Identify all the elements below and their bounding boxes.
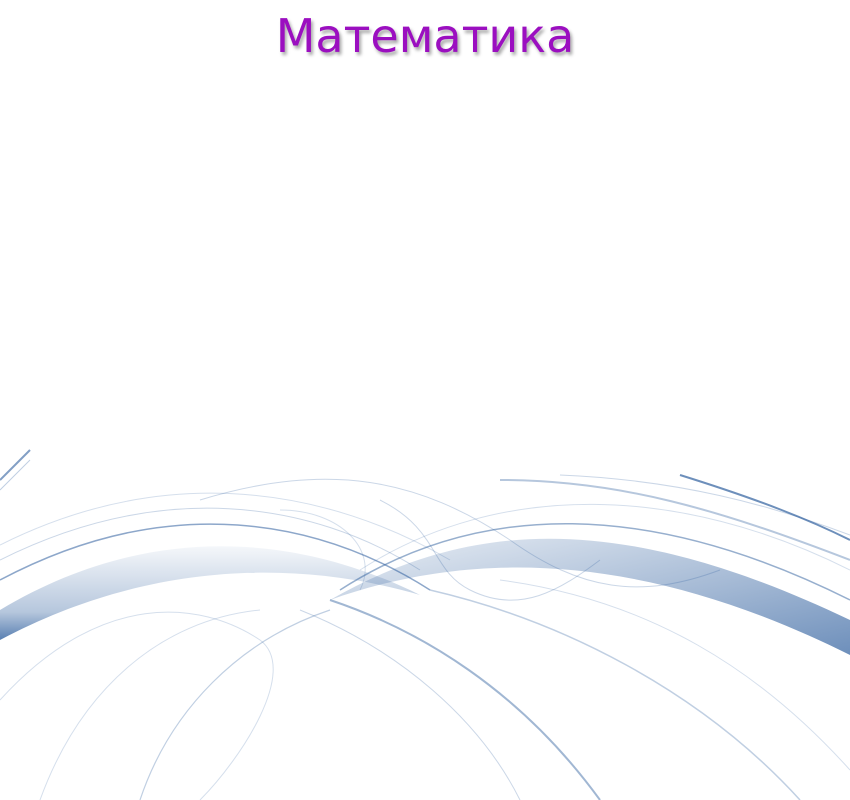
wave-decoration bbox=[0, 449, 850, 800]
wave-band-left bbox=[0, 546, 420, 640]
slide-title: Математика bbox=[275, 9, 575, 63]
wave-band-right bbox=[330, 538, 850, 655]
slide: Математика bbox=[0, 0, 850, 800]
